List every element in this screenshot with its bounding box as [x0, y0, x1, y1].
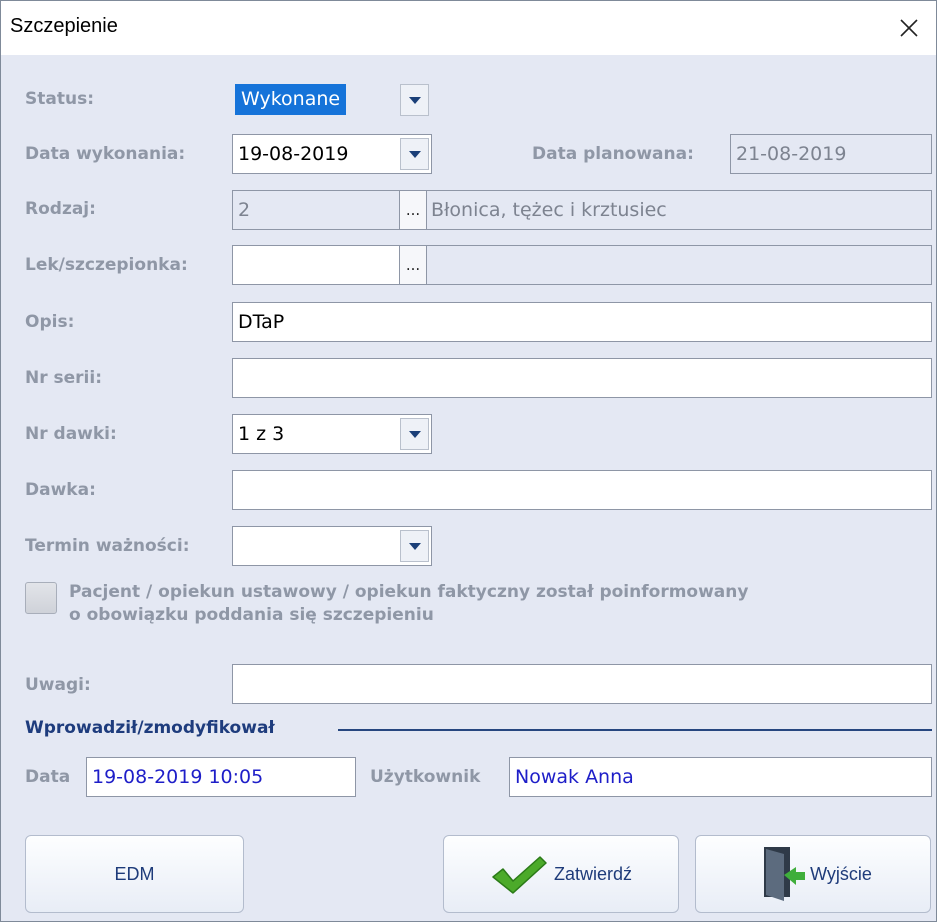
user-label: Użytkownik: [370, 767, 481, 787]
lek-code-field[interactable]: [232, 245, 400, 285]
data-planowana-label: Data planowana:: [532, 144, 694, 164]
nr-serii-field[interactable]: [232, 358, 932, 398]
data-label: Data: [25, 767, 71, 787]
dialog-window: Szczepienie Status: Wykonane Data wykona…: [0, 0, 937, 922]
uwagi-label: Uwagi:: [25, 675, 91, 695]
section-divider: [338, 729, 932, 731]
dawka-label: Dawka:: [25, 480, 96, 500]
informed-label-line2: o obowiązku poddania się szczepieniu: [69, 605, 434, 625]
uwagi-field[interactable]: [232, 664, 932, 704]
rodzaj-description-value: Błonica, tężec i krztusiec: [431, 199, 667, 221]
opis-field[interactable]: DTaP: [232, 302, 932, 342]
informed-label-line1: Pacjent / opiekun ustawowy / opiekun fak…: [69, 582, 749, 602]
close-button[interactable]: [882, 1, 936, 55]
rodzaj-code-value: 2: [238, 199, 251, 221]
title-bar: Szczepienie: [1, 1, 936, 55]
dawka-field[interactable]: [232, 470, 932, 510]
modified-date-field: 19-08-2019 10:05: [86, 757, 356, 797]
window-title: Szczepienie: [10, 15, 118, 37]
data-wykonania-dropdown-button[interactable]: [400, 138, 429, 170]
status-dropdown[interactable]: Wykonane: [232, 80, 432, 120]
section-title: Wprowadził/zmodyfikował: [25, 718, 275, 738]
data-planowana-value: 21-08-2019: [736, 143, 847, 165]
modified-user-value: Nowak Anna: [515, 766, 634, 788]
termin-dropdown[interactable]: [232, 526, 432, 566]
confirm-button[interactable]: Zatwierdź: [443, 835, 679, 913]
modified-date-value: 19-08-2019 10:05: [92, 766, 264, 788]
termin-label: Termin ważności:: [25, 536, 190, 556]
nr-dawki-dropdown[interactable]: 1 z 3: [232, 414, 432, 454]
termin-dropdown-button[interactable]: [400, 530, 429, 562]
data-wykonania-label: Data wykonania:: [25, 144, 186, 164]
nr-dawki-label: Nr dawki:: [25, 424, 117, 444]
status-value: Wykonane: [235, 84, 347, 115]
lek-browse-button[interactable]: ...: [399, 245, 427, 285]
rodzaj-browse-button[interactable]: ...: [399, 190, 427, 230]
nr-dawki-value: 1 z 3: [238, 423, 285, 445]
status-dropdown-button[interactable]: [400, 84, 429, 116]
status-label: Status:: [25, 89, 94, 109]
close-icon: [900, 19, 918, 37]
edm-button-label: EDM: [114, 863, 155, 884]
data-wykonania-value: 19-08-2019: [238, 143, 349, 165]
lek-label: Lek/szczepionka:: [25, 255, 188, 275]
modified-user-field: Nowak Anna: [509, 757, 932, 797]
opis-value: DTaP: [238, 311, 285, 333]
edm-button[interactable]: EDM: [25, 835, 244, 913]
data-wykonania-field[interactable]: 19-08-2019: [232, 134, 432, 174]
exit-button-label: Wyjście: [810, 863, 872, 884]
nr-serii-label: Nr serii:: [25, 368, 103, 388]
exit-door-icon: [764, 847, 806, 901]
informed-checkbox-label[interactable]: Pacjent / opiekun ustawowy / opiekun fak…: [69, 581, 909, 627]
rodzaj-code-field[interactable]: 2: [232, 190, 400, 230]
confirm-button-label: Zatwierdź: [553, 863, 633, 884]
rodzaj-label: Rodzaj:: [25, 199, 96, 219]
data-planowana-field: 21-08-2019: [730, 134, 932, 174]
nr-dawki-dropdown-button[interactable]: [400, 418, 429, 450]
exit-button[interactable]: Wyjście: [695, 835, 931, 913]
checkmark-icon: [492, 856, 547, 894]
lek-description-field: [426, 245, 932, 285]
informed-checkbox[interactable]: [25, 582, 57, 614]
rodzaj-description-field: Błonica, tężec i krztusiec: [426, 190, 932, 230]
opis-label: Opis:: [25, 312, 75, 332]
